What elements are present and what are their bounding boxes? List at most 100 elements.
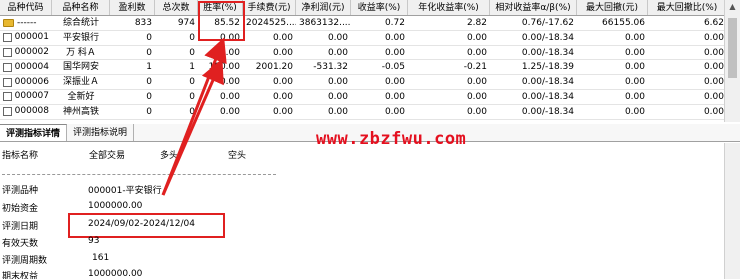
detail-label: 初始资金 [2,204,39,214]
code-text: ------ [17,17,37,28]
code-text: 000002 [14,47,49,58]
cell-name: 神州高铁 [62,106,99,117]
cell-ret: 0.00 [384,47,405,58]
detail-label: 评测周期数 [2,256,48,266]
table-header: 品种代码 品种名称 盈利数 总次数 胜率(%) 手续费(元) 净利润(元) 收益… [0,0,740,16]
cell-rel: 0.00/-18.34 [521,91,574,102]
checkbox-icon[interactable] [3,77,12,87]
cell-win: 833 [134,18,152,28]
cell-total: 0 [189,77,195,88]
col-header-wins[interactable]: 盈利数 [110,0,155,15]
tab-metric-description[interactable]: 评测指标说明 [67,124,135,141]
cell-ret: -0.05 [381,62,405,73]
cell-code: 000004 [0,60,52,74]
detail-header-long: 多头 [160,151,179,161]
col-header-relative-return[interactable]: 相对收益率α/β(%) [490,0,577,15]
cell-fee: 0.00 [272,91,293,102]
cell-rate: 0.00 [219,106,240,117]
cell-rate: 100.00 [208,62,241,73]
cell-ret: 0.00 [384,106,405,117]
detail-label: 期末权益 [2,272,39,279]
col-header-annual-return[interactable]: 年化收益率(%) [408,0,490,15]
folder-icon[interactable] [3,18,14,27]
detail-value: 161 [92,253,110,263]
cell-code: 000001 [0,31,52,45]
table-row[interactable]: 000008 神州高铁 0 0 0.00 0.00 0.00 0.00 0.00 0.00/-18… [0,105,740,120]
cell-annual: 0.00 [466,47,487,58]
cell-ddratio: 0.00 [703,91,724,102]
cell-code: 000008 [0,105,52,119]
cell-win: 0 [146,32,152,43]
cell-ddratio: 0.00 [703,32,724,43]
cell-maxdd: 0.00 [624,47,645,58]
cell-win: 0 [146,77,152,88]
cell-ret: 0.72 [384,18,405,28]
col-header-total[interactable]: 总次数 [155,0,198,15]
col-header-profit[interactable]: 净利润(元) [296,0,351,15]
col-header-return[interactable]: 收益率(%) [351,0,408,15]
checkbox-icon[interactable] [3,47,12,57]
cell-rel: 0.00/-18.34 [521,106,574,117]
detail-value: 000001-平安银行 [88,186,162,196]
table-scrollbar[interactable]: ▲ [724,0,740,122]
results-table: 品种代码 品种名称 盈利数 总次数 胜率(%) 手续费(元) 净利润(元) 收益… [0,0,740,122]
cell-maxdd: 0.00 [624,91,645,102]
cell-annual: 0.00 [466,106,487,117]
detail-value: 93 [88,236,100,246]
col-header-fee[interactable]: 手续费(元) [243,0,296,15]
detail-separator [2,174,276,175]
cell-ddratio: 0.00 [703,47,724,58]
cell-win: 0 [146,91,152,102]
cell-ddratio: 0.00 [703,77,724,88]
cell-rate: 0.00 [219,47,240,58]
cell-total: 0 [189,106,195,117]
cell-total: 1 [189,62,195,73]
col-header-max-drawdown[interactable]: 最大回撤(元) [577,0,648,15]
cell-name: 国华网安 [62,62,99,73]
cell-annual: 2.82 [466,18,487,28]
checkbox-icon[interactable] [3,92,12,102]
code-text: 000007 [14,91,49,102]
cell-total: 0 [189,47,195,58]
cell-win: 0 [146,47,152,58]
cell-name: 万 科Ａ [66,47,96,58]
table-row[interactable]: 000006 深振业Ａ 0 0 0.00 0.00 0.00 0.00 0.00 0.00/-18… [0,75,740,90]
cell-total: 0 [189,91,195,102]
cell-fee: 0.00 [272,77,293,88]
detail-scrollbar[interactable] [724,143,740,279]
col-header-name[interactable]: 品种名称 [52,0,110,15]
cell-ret: 0.00 [384,77,405,88]
cell-fee: 0.00 [272,106,293,117]
cell-name: 深振业Ａ [62,77,99,88]
cell-ret: 0.00 [384,91,405,102]
cell-code: 000006 [0,75,52,89]
cell-maxdd: 66155.06 [602,18,645,28]
col-header-drawdown-ratio[interactable]: 最大回撤比(%) [648,0,727,15]
table-row[interactable]: 000001 平安银行 0 0 0.00 0.00 0.00 0.00 0.00 0.00/-18… [0,31,740,46]
table-row[interactable]: ------ 综合统计 833 974 85.52 2024525.... 3863132.… [0,16,740,31]
cell-code: ------ [0,16,52,30]
cell-rate: 0.00 [219,91,240,102]
detail-value: 1000000.00 [88,269,143,279]
cell-profit: 0.00 [327,47,348,58]
checkbox-icon[interactable] [3,33,12,43]
scroll-up-icon[interactable]: ▲ [725,0,740,14]
cell-fee: 0.00 [272,32,293,43]
table-row[interactable]: 000004 国华网安 1 1 100.00 2001.20 -531.32 -0.05 -0.… [0,60,740,76]
checkbox-icon[interactable] [3,62,12,72]
table-row[interactable]: 000002 万 科Ａ 0 0 0.00 0.00 0.00 0.00 0.00 0.00/-18… [0,46,740,61]
detail-label: 评测日期 [2,222,39,232]
checkbox-icon[interactable] [3,107,12,117]
code-text: 000001 [14,32,49,43]
code-text: 000006 [14,76,49,87]
winrate-highlight-box [198,1,245,41]
cell-name: 平安银行 [62,32,99,43]
cell-profit: 0.00 [327,106,348,117]
tab-metric-details[interactable]: 评测指标详情 [0,124,68,141]
cell-rate: 0.00 [219,77,240,88]
scroll-thumb[interactable] [728,18,737,78]
table-row[interactable]: 000007 全新好 0 0 0.00 0.00 0.00 0.00 0.00 0.00/-18.… [0,90,740,105]
col-header-code[interactable]: 品种代码 [0,0,52,15]
cell-total: 0 [189,32,195,43]
cell-rel: 0.00/-18.34 [521,47,574,58]
